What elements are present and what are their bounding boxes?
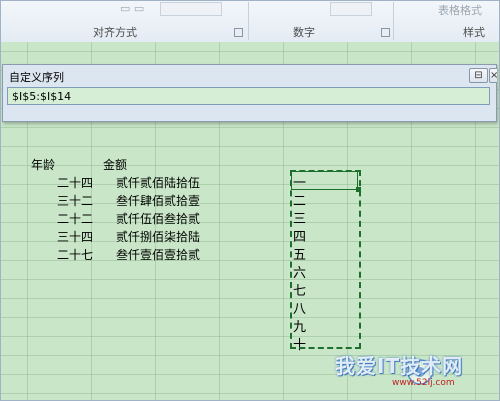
amount-cell[interactable]: 叁仟壹佰壹拾贰 <box>116 246 200 263</box>
amount-cell[interactable]: 贰仟贰佰陆拾伍 <box>116 174 200 191</box>
ribbon-separator <box>393 2 394 40</box>
styles-group-label: 样式 <box>463 26 485 39</box>
header-amount: 金额 <box>103 158 128 172</box>
age-cell[interactable]: 三十二 <box>57 192 93 209</box>
copy-selection-marquee <box>290 170 361 349</box>
watermark-url: www.52ij.com <box>392 378 455 388</box>
watermark-text: 我爱IT技术网 <box>335 354 464 378</box>
ribbon-separator <box>248 2 249 40</box>
restore-icon[interactable]: ⊟ <box>469 68 488 83</box>
ribbon-ghost-button[interactable]: ▭ ▭ <box>120 2 144 15</box>
age-cell[interactable]: 二十四 <box>57 174 93 191</box>
fill-handle[interactable] <box>356 187 361 192</box>
ribbon-merge-button[interactable] <box>160 2 222 16</box>
ribbon-table-format-button[interactable]: 表格格式 <box>438 2 482 18</box>
amount-cell[interactable]: 贰仟捌佰柒拾陆 <box>116 228 200 245</box>
ribbon-decimal-button[interactable] <box>330 2 372 16</box>
amount-cell[interactable]: 贰仟伍佰叁拾贰 <box>116 210 200 227</box>
custom-sequence-dialog: 自定义序列 ⊟ × $I$5:$I$14 <box>2 64 498 122</box>
ribbon: ▭ ▭ 表格格式 对齐方式 数字 样式 <box>0 0 500 43</box>
dialog-title: 自定义序列 <box>9 71 64 84</box>
range-reference-input[interactable]: $I$5:$I$14 <box>7 87 490 105</box>
number-group-label: 数字 <box>293 26 315 39</box>
amount-cell[interactable]: 叁仟肆佰贰拾壹 <box>116 192 200 209</box>
age-cell[interactable]: 二十七 <box>57 246 93 263</box>
close-icon[interactable]: × <box>489 68 498 83</box>
alignment-dialog-launcher-icon[interactable] <box>234 28 243 37</box>
age-cell[interactable]: 三十四 <box>57 228 93 245</box>
header-age: 年龄 <box>31 158 56 172</box>
alignment-group-label: 对齐方式 <box>93 26 137 39</box>
age-cell[interactable]: 二十二 <box>57 210 93 227</box>
active-cell-border <box>291 171 358 190</box>
number-dialog-launcher-icon[interactable] <box>381 28 390 37</box>
